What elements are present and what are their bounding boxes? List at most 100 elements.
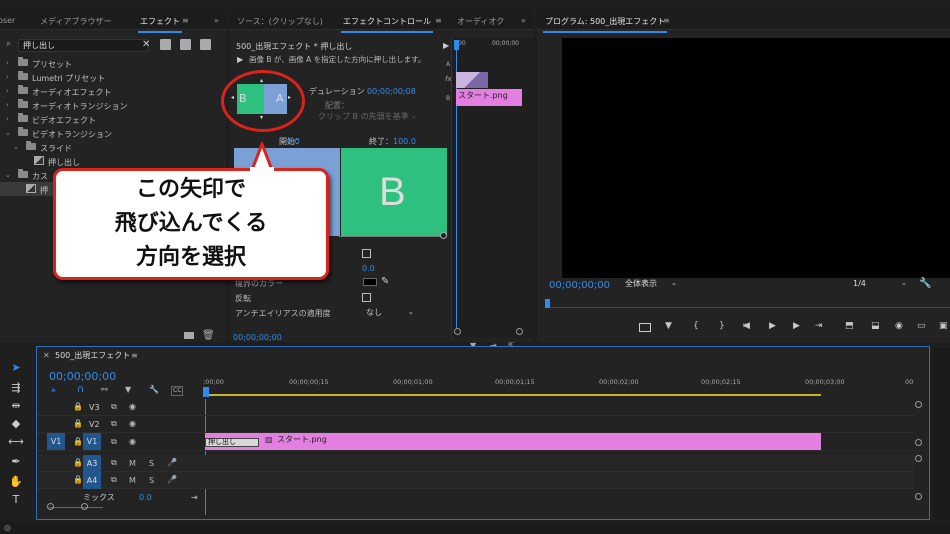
- marker-icon[interactable]: ▼: [665, 322, 672, 331]
- eyedropper-icon[interactable]: ✎: [381, 276, 389, 287]
- antialias-dropdown[interactable]: なし ⌄: [362, 307, 416, 319]
- scroll-handle-left[interactable]: [454, 328, 461, 335]
- timeline-playhead[interactable]: [203, 387, 209, 397]
- program-playhead[interactable]: [545, 299, 550, 308]
- resolution-dropdown[interactable]: 1/4 ⌄: [849, 278, 911, 291]
- v-scroll-handle-bottom[interactable]: [915, 493, 922, 500]
- slip-icon[interactable]: ⟷: [8, 434, 24, 450]
- mute-button[interactable]: M: [129, 477, 136, 485]
- tree-item-push[interactable]: 押し出し: [0, 154, 220, 168]
- timeline-clip[interactable]: 押し出し ▨ スタート.png: [205, 433, 821, 450]
- program-timecode[interactable]: 00;00;00;00: [549, 281, 610, 291]
- compare-icon[interactable]: ▭: [917, 322, 926, 331]
- reverse-checkbox[interactable]: [362, 293, 371, 302]
- step-forward-icon[interactable]: ▶: [793, 322, 800, 331]
- mute-button[interactable]: M: [129, 460, 136, 468]
- lock-icon[interactable]: 🔒: [73, 403, 83, 411]
- slider-handle[interactable]: [440, 232, 447, 239]
- v-scroll-handle-bottom[interactable]: [915, 439, 922, 446]
- razor-icon[interactable]: ◆: [8, 416, 24, 432]
- chevron-down-icon[interactable]: ⌄: [5, 129, 11, 137]
- prop-value[interactable]: 0.0: [362, 265, 375, 273]
- ec-timecode[interactable]: 00;00;00;00: [233, 334, 282, 342]
- scroll-handle-right[interactable]: [81, 503, 88, 510]
- effect-controls-menu-icon[interactable]: ≡: [435, 16, 442, 25]
- sync-lock-icon[interactable]: ⧉: [111, 403, 117, 411]
- go-to-out-icon[interactable]: ⇥: [815, 322, 823, 331]
- scroll-handle-right[interactable]: [516, 328, 523, 335]
- timeline-title[interactable]: 500_出現エフェクト: [55, 352, 130, 360]
- camera-icon[interactable]: ◉: [895, 322, 903, 331]
- search-input[interactable]: 押し出し: [18, 39, 148, 52]
- hand-icon[interactable]: ✋: [8, 474, 24, 490]
- mix-value[interactable]: 0.0: [139, 494, 152, 502]
- duration-value[interactable]: 00;00;00;08: [367, 88, 416, 96]
- mini-transition[interactable]: [456, 72, 488, 88]
- tab-effects[interactable]: エフェクト: [138, 16, 182, 33]
- trash-icon[interactable]: 🗑: [202, 330, 215, 341]
- tab-effect-controls[interactable]: エフェクトコントロール: [341, 16, 433, 33]
- transition-block[interactable]: 押し出し: [205, 438, 259, 447]
- play-icon[interactable]: ▶: [769, 322, 776, 331]
- safe-margins-icon[interactable]: [639, 323, 651, 332]
- sync-lock-icon[interactable]: ⧉: [111, 459, 117, 467]
- eye-icon[interactable]: ◉: [129, 438, 136, 446]
- accelerated-effects-icon[interactable]: [160, 39, 171, 50]
- progress-slider[interactable]: [339, 236, 443, 237]
- clear-search-icon[interactable]: ✕: [142, 39, 150, 50]
- tree-item-video-transitions[interactable]: ⌄ ビデオトランジション: [0, 126, 220, 140]
- timeline-timecode[interactable]: 00;00;00;00: [49, 371, 116, 382]
- scroll-handle-left[interactable]: [47, 503, 54, 510]
- status-icon[interactable]: ◎: [4, 523, 11, 532]
- solo-button[interactable]: S: [149, 460, 154, 468]
- sync-lock-icon[interactable]: ⧉: [111, 438, 117, 446]
- ripple-edit-icon[interactable]: ⇹: [8, 398, 24, 414]
- sync-lock-icon[interactable]: ⧉: [111, 476, 117, 484]
- vr-icon[interactable]: ▣: [939, 322, 948, 331]
- play-icon[interactable]: ▶: [443, 41, 449, 50]
- track-target-a3[interactable]: A3: [83, 455, 101, 472]
- v-scroll-handle-top[interactable]: [915, 401, 922, 408]
- program-scrubber[interactable]: [545, 298, 950, 308]
- lock-icon[interactable]: 🔒: [73, 459, 83, 467]
- chevron-right-icon[interactable]: ›: [6, 115, 9, 123]
- tab-composer[interactable]: oser: [0, 16, 15, 25]
- lock-icon[interactable]: 🔒: [73, 438, 83, 446]
- microphone-icon[interactable]: 🎤: [167, 459, 177, 467]
- chevron-right-icon[interactable]: ›: [6, 59, 9, 67]
- tree-item-lumetri-presets[interactable]: › Lumetri プリセット: [0, 70, 220, 84]
- go-to-end-icon[interactable]: ⇥: [191, 494, 198, 502]
- mark-out-icon[interactable]: }: [719, 322, 725, 331]
- eye-icon[interactable]: ◉: [129, 403, 136, 411]
- zoom-dropdown[interactable]: 全体表示 ⌄: [621, 278, 683, 291]
- chevron-down-icon[interactable]: ⌄: [13, 143, 19, 151]
- program-title[interactable]: プログラム: 500_出現エフェクト: [542, 16, 668, 33]
- 32bit-effects-icon[interactable]: [180, 39, 191, 50]
- tree-item-audio-transitions[interactable]: › オーディオトランジション: [0, 98, 220, 112]
- source-patch-v1[interactable]: V1: [47, 433, 65, 450]
- effect-controls-more-icon[interactable]: »: [521, 16, 526, 25]
- tree-item-video-effects[interactable]: › ビデオエフェクト: [0, 112, 220, 126]
- work-area-bar[interactable]: [203, 394, 821, 396]
- tab-media-browser[interactable]: メディアブラウザー: [40, 16, 111, 27]
- effects-menu-icon[interactable]: ≡: [182, 16, 189, 25]
- play-transition-icon[interactable]: ▶: [237, 55, 243, 64]
- microphone-icon[interactable]: 🎤: [167, 476, 177, 484]
- eye-icon[interactable]: ◉: [129, 420, 136, 428]
- program-menu-icon[interactable]: ≡: [663, 16, 670, 25]
- step-back-icon[interactable]: ◀: [743, 322, 750, 331]
- add-marker-icon[interactable]: ▼: [125, 386, 131, 394]
- yuv-effects-icon[interactable]: [200, 39, 211, 50]
- track-select-icon[interactable]: ⇶: [8, 380, 24, 396]
- start-value[interactable]: 0.0: [287, 138, 300, 146]
- alignment-dropdown[interactable]: クリップ B の先頭を基準 ⌄: [315, 112, 419, 123]
- snap-icon[interactable]: ∩: [77, 385, 84, 395]
- border-color-swatch[interactable]: [363, 278, 377, 286]
- mark-in-icon[interactable]: {: [693, 322, 699, 331]
- wrench-icon[interactable]: 🔧: [919, 278, 931, 289]
- linked-selection-icon[interactable]: ⚯: [101, 386, 108, 394]
- end-value[interactable]: 100.0: [393, 138, 416, 146]
- chevron-right-icon[interactable]: ›: [6, 101, 9, 109]
- pen-icon[interactable]: ✒: [8, 454, 24, 470]
- captions-icon[interactable]: CC: [171, 386, 184, 396]
